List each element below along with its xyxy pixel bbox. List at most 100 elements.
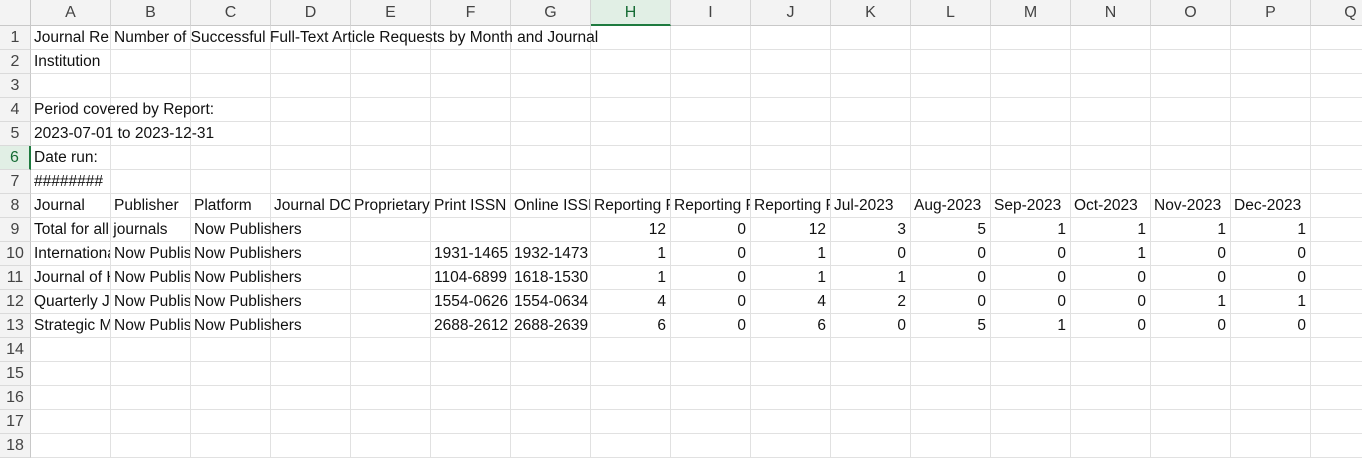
cell-p9[interactable]: 1 bbox=[1231, 218, 1311, 242]
cell-n9[interactable]: 1 bbox=[1071, 218, 1151, 242]
cell-l1[interactable] bbox=[911, 26, 991, 50]
cell-i9[interactable]: 0 bbox=[671, 218, 751, 242]
cell-o9[interactable]: 1 bbox=[1151, 218, 1231, 242]
cell-h3[interactable] bbox=[591, 74, 671, 98]
cell-d7[interactable] bbox=[271, 170, 351, 194]
cell-b17[interactable] bbox=[111, 410, 191, 434]
cell-a10[interactable]: International Review of Environmental an… bbox=[31, 242, 111, 266]
cell-a3[interactable] bbox=[31, 74, 111, 98]
column-header-d[interactable]: D bbox=[271, 0, 351, 26]
cell-n18[interactable] bbox=[1071, 434, 1151, 458]
cell-m16[interactable] bbox=[991, 386, 1071, 410]
cell-q12[interactable] bbox=[1311, 290, 1362, 314]
cell-p14[interactable] bbox=[1231, 338, 1311, 362]
cell-a12[interactable]: Quarterly Journal of Political Science bbox=[31, 290, 111, 314]
cell-h15[interactable] bbox=[591, 362, 671, 386]
cell-j15[interactable] bbox=[751, 362, 831, 386]
cell-k1[interactable] bbox=[831, 26, 911, 50]
cell-q9[interactable] bbox=[1311, 218, 1362, 242]
cell-h8[interactable]: Reporting Period Total bbox=[591, 194, 671, 218]
cell-m9[interactable]: 1 bbox=[991, 218, 1071, 242]
cell-g2[interactable] bbox=[511, 50, 591, 74]
cell-j13[interactable]: 6 bbox=[751, 314, 831, 338]
cell-g18[interactable] bbox=[511, 434, 591, 458]
cell-h6[interactable] bbox=[591, 146, 671, 170]
cell-i13[interactable]: 0 bbox=[671, 314, 751, 338]
cell-b18[interactable] bbox=[111, 434, 191, 458]
cell-g10[interactable]: 1932-1473 bbox=[511, 242, 591, 266]
cell-m8[interactable]: Sep-2023 bbox=[991, 194, 1071, 218]
cell-i17[interactable] bbox=[671, 410, 751, 434]
cell-n11[interactable]: 0 bbox=[1071, 266, 1151, 290]
cell-l2[interactable] bbox=[911, 50, 991, 74]
cell-l9[interactable]: 5 bbox=[911, 218, 991, 242]
cell-a6[interactable]: Date run: bbox=[31, 146, 111, 170]
cell-h10[interactable]: 1 bbox=[591, 242, 671, 266]
cell-g14[interactable] bbox=[511, 338, 591, 362]
cell-b6[interactable] bbox=[111, 146, 191, 170]
column-header-g[interactable]: G bbox=[511, 0, 591, 26]
cell-d16[interactable] bbox=[271, 386, 351, 410]
cell-p4[interactable] bbox=[1231, 98, 1311, 122]
column-header-m[interactable]: M bbox=[991, 0, 1071, 26]
cell-a16[interactable] bbox=[31, 386, 111, 410]
cell-f7[interactable] bbox=[431, 170, 511, 194]
cell-h13[interactable]: 6 bbox=[591, 314, 671, 338]
cell-i8[interactable]: Reporting Period HTML bbox=[671, 194, 751, 218]
cell-h16[interactable] bbox=[591, 386, 671, 410]
cell-g15[interactable] bbox=[511, 362, 591, 386]
cell-i6[interactable] bbox=[671, 146, 751, 170]
cell-j14[interactable] bbox=[751, 338, 831, 362]
cell-f18[interactable] bbox=[431, 434, 511, 458]
cell-k2[interactable] bbox=[831, 50, 911, 74]
cell-e13[interactable] bbox=[351, 314, 431, 338]
cell-k8[interactable]: Jul-2023 bbox=[831, 194, 911, 218]
column-header-n[interactable]: N bbox=[1071, 0, 1151, 26]
cell-c14[interactable] bbox=[191, 338, 271, 362]
cell-b12[interactable]: Now Publishers bbox=[111, 290, 191, 314]
cell-g5[interactable] bbox=[511, 122, 591, 146]
cell-q17[interactable] bbox=[1311, 410, 1362, 434]
cell-e4[interactable] bbox=[351, 98, 431, 122]
cell-e16[interactable] bbox=[351, 386, 431, 410]
cell-p18[interactable] bbox=[1231, 434, 1311, 458]
cell-l10[interactable]: 0 bbox=[911, 242, 991, 266]
row-header-12[interactable]: 12 bbox=[0, 290, 31, 314]
cell-q5[interactable] bbox=[1311, 122, 1362, 146]
cell-i5[interactable] bbox=[671, 122, 751, 146]
cell-n12[interactable]: 0 bbox=[1071, 290, 1151, 314]
cell-f10[interactable]: 1931-1465 bbox=[431, 242, 511, 266]
cell-q1[interactable] bbox=[1311, 26, 1362, 50]
cell-p7[interactable] bbox=[1231, 170, 1311, 194]
cell-l17[interactable] bbox=[911, 410, 991, 434]
cell-g9[interactable] bbox=[511, 218, 591, 242]
cell-d18[interactable] bbox=[271, 434, 351, 458]
cell-f16[interactable] bbox=[431, 386, 511, 410]
cell-d5[interactable] bbox=[271, 122, 351, 146]
cell-o18[interactable] bbox=[1151, 434, 1231, 458]
column-header-a[interactable]: A bbox=[31, 0, 111, 26]
cell-j18[interactable] bbox=[751, 434, 831, 458]
cell-q4[interactable] bbox=[1311, 98, 1362, 122]
cell-m2[interactable] bbox=[991, 50, 1071, 74]
cell-l16[interactable] bbox=[911, 386, 991, 410]
cell-e6[interactable] bbox=[351, 146, 431, 170]
row-header-7[interactable]: 7 bbox=[0, 170, 31, 194]
cell-n16[interactable] bbox=[1071, 386, 1151, 410]
cell-o13[interactable]: 0 bbox=[1151, 314, 1231, 338]
cell-n10[interactable]: 1 bbox=[1071, 242, 1151, 266]
cell-d4[interactable] bbox=[271, 98, 351, 122]
cell-h17[interactable] bbox=[591, 410, 671, 434]
cell-o17[interactable] bbox=[1151, 410, 1231, 434]
cell-a2[interactable]: Institution bbox=[31, 50, 111, 74]
cell-j1[interactable] bbox=[751, 26, 831, 50]
cell-a9[interactable]: Total for all journals bbox=[31, 218, 168, 242]
cell-n5[interactable] bbox=[1071, 122, 1151, 146]
cell-n13[interactable]: 0 bbox=[1071, 314, 1151, 338]
cell-f6[interactable] bbox=[431, 146, 511, 170]
cell-m18[interactable] bbox=[991, 434, 1071, 458]
cell-c15[interactable] bbox=[191, 362, 271, 386]
cell-e12[interactable] bbox=[351, 290, 431, 314]
cell-p12[interactable]: 1 bbox=[1231, 290, 1311, 314]
cell-e14[interactable] bbox=[351, 338, 431, 362]
